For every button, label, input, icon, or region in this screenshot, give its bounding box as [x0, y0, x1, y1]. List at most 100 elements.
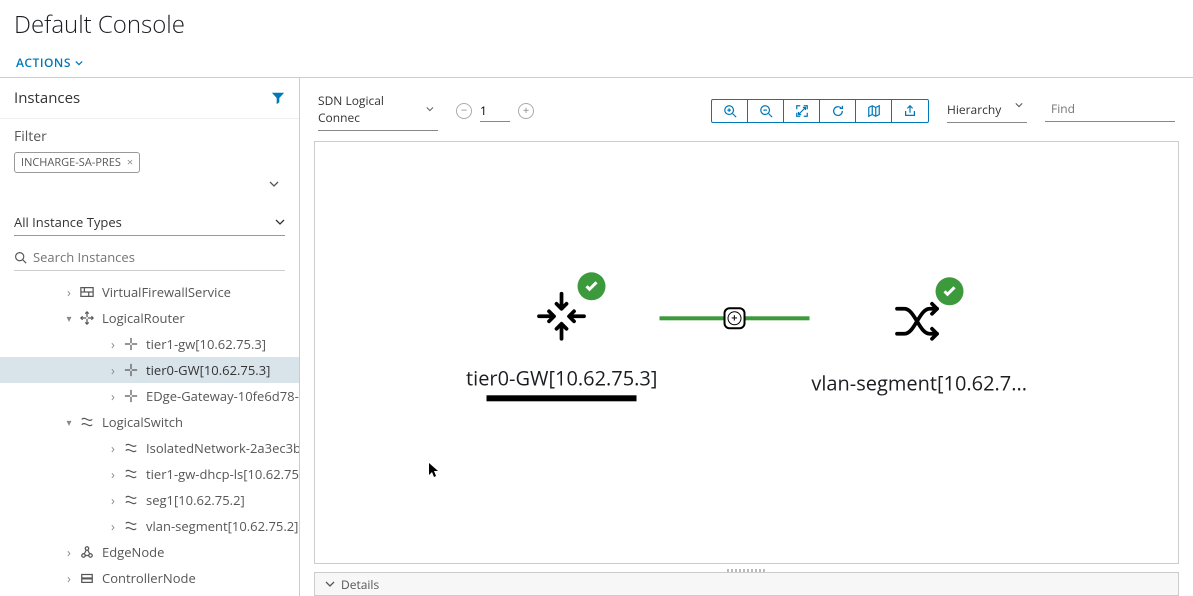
close-icon[interactable]: × — [127, 155, 133, 170]
firewall-icon — [80, 285, 94, 299]
caret-right-icon — [108, 517, 118, 535]
expand-edge-button[interactable]: + — [723, 307, 745, 329]
tree-node-edge-gateway[interactable]: EDge-Gateway-10fe6d78-b1ab- — [0, 383, 299, 409]
search-icon — [14, 251, 27, 264]
controller-icon — [80, 571, 94, 585]
filter-section: Filter INCHARGE-SA-PRES × — [0, 119, 299, 199]
export-button[interactable] — [892, 100, 928, 122]
tree-node-virtualfirewallservice[interactable]: VirtualFirewallService — [0, 279, 299, 305]
selection-underline — [487, 395, 637, 401]
topology-node-tier0[interactable]: tier0-GW[10.62.75.3] — [466, 286, 657, 401]
tree-node-controllernode[interactable]: ControllerNode — [0, 565, 299, 591]
increment-button[interactable]: + — [518, 103, 534, 119]
filter-label: Filter — [14, 127, 285, 146]
tree-node-isolated-network[interactable]: IsolatedNetwork-2a3ec3b4-662 — [0, 435, 299, 461]
tree-label: IsolatedNetwork-2a3ec3b4-662 — [146, 439, 299, 457]
chevron-down-icon — [275, 217, 285, 227]
actions-label: ACTIONS — [16, 54, 71, 71]
chevron-down-icon — [426, 105, 434, 113]
tree-node-logicalrouter[interactable]: LogicalRouter — [0, 305, 299, 331]
caret-right-icon — [108, 439, 118, 457]
find-input[interactable] — [1051, 100, 1193, 117]
canvas-area: SDN Logical Connec − + Hierarchy — [300, 78, 1193, 596]
search-input[interactable] — [33, 248, 285, 266]
status-ok-badge — [935, 277, 963, 305]
edge-icon — [80, 545, 94, 559]
caret-right-icon — [108, 465, 118, 483]
filter-dropdown-toggle[interactable] — [14, 179, 285, 189]
actions-menu-button[interactable]: ACTIONS — [14, 54, 83, 71]
instance-type-select[interactable]: All Instance Types — [14, 209, 285, 236]
caret-right-icon — [64, 569, 74, 587]
tree-label: tier1-gw[10.62.75.3] — [146, 335, 266, 353]
tree-label: LogicalSwitch — [102, 413, 183, 431]
tree-node-logicalswitch[interactable]: LogicalSwitch — [0, 409, 299, 435]
mouse-cursor-icon — [428, 462, 440, 478]
view-mode-label: SDN Logical Connec — [318, 92, 426, 126]
router-icon — [124, 337, 138, 351]
caret-down-icon — [64, 311, 74, 325]
details-panel-toggle[interactable]: Details — [314, 572, 1179, 596]
topology-canvas[interactable]: tier0-GW[10.62.75.3] + — [314, 141, 1179, 564]
topology-graph: tier0-GW[10.62.75.3] + — [466, 286, 1027, 401]
header: Default Console ACTIONS — [0, 0, 1193, 77]
switch-icon — [124, 441, 138, 455]
node-label: vlan-segment[10.62.7... — [811, 369, 1027, 396]
tree-label: LogicalRouter — [102, 309, 185, 327]
tree-node-tier0-gw[interactable]: tier0-GW[10.62.75.3] — [0, 357, 299, 383]
tree-node-vlan-segment[interactable]: vlan-segment[10.62.75.2] — [0, 513, 299, 539]
caret-right-icon — [64, 543, 74, 561]
tree-label: tier0-GW[10.62.75.3] — [146, 361, 270, 379]
plus-icon: + — [727, 311, 741, 325]
filter-chip[interactable]: INCHARGE-SA-PRES × — [14, 152, 140, 173]
search-instances-row — [14, 248, 285, 271]
check-icon — [941, 283, 957, 299]
tree-node-seg1[interactable]: seg1[10.62.75.2] — [0, 487, 299, 513]
switch-icon — [124, 519, 138, 533]
fit-screen-button[interactable] — [784, 100, 820, 122]
topology-node-vlan-segment[interactable]: vlan-segment[10.62.7... — [811, 291, 1027, 396]
instances-header: Instances — [0, 78, 299, 119]
tree-node-dhcp-ls[interactable]: tier1-gw-dhcp-ls[10.62.75.2] — [0, 461, 299, 487]
switch-icon — [124, 493, 138, 507]
status-ok-badge — [578, 272, 606, 300]
view-mode-select[interactable]: SDN Logical Connec — [318, 90, 438, 131]
tree-node-tier1-gw[interactable]: tier1-gw[10.62.75.3] — [0, 331, 299, 357]
hop-input[interactable] — [480, 100, 510, 122]
chevron-down-icon — [269, 179, 279, 189]
router-icon — [124, 389, 138, 403]
tree-label: seg1[10.62.75.2] — [146, 491, 245, 509]
canvas-icon-bar — [711, 99, 929, 123]
zoom-out-button[interactable] — [748, 100, 784, 122]
hop-stepper: − + — [456, 100, 534, 122]
caret-right-icon — [108, 387, 118, 405]
tree-node-edgenode[interactable]: EdgeNode — [0, 539, 299, 565]
chevron-down-icon — [1015, 101, 1023, 109]
tree-label: VirtualFirewallService — [102, 283, 231, 301]
switch-icon — [124, 467, 138, 481]
zoom-in-button[interactable] — [712, 100, 748, 122]
tree-label: EdgeNode — [102, 543, 164, 561]
refresh-button[interactable] — [820, 100, 856, 122]
page-title: Default Console — [14, 8, 1179, 41]
canvas-toolbar: SDN Logical Connec − + Hierarchy — [314, 90, 1179, 141]
details-label: Details — [341, 576, 379, 593]
chevron-down-icon — [75, 59, 83, 67]
tree-label: EDge-Gateway-10fe6d78-b1ab- — [146, 387, 299, 405]
instance-tree: VirtualFirewallService LogicalRouter tie… — [0, 277, 299, 596]
topology-edge[interactable]: + — [659, 316, 809, 320]
chevron-down-icon — [325, 579, 335, 589]
decrement-button[interactable]: − — [456, 103, 472, 119]
caret-right-icon — [108, 361, 118, 379]
layout-label: Hierarchy — [947, 101, 1001, 118]
find-row — [1045, 100, 1175, 122]
tree-label: vlan-segment[10.62.75.2] — [146, 517, 298, 535]
caret-right-icon — [108, 335, 118, 353]
map-button[interactable] — [856, 100, 892, 122]
caret-right-icon — [108, 491, 118, 509]
tree-label: ControllerNode — [102, 569, 196, 587]
caret-right-icon — [64, 283, 74, 301]
check-icon — [584, 278, 600, 294]
filter-icon[interactable] — [271, 91, 285, 105]
layout-select[interactable]: Hierarchy — [947, 99, 1027, 123]
